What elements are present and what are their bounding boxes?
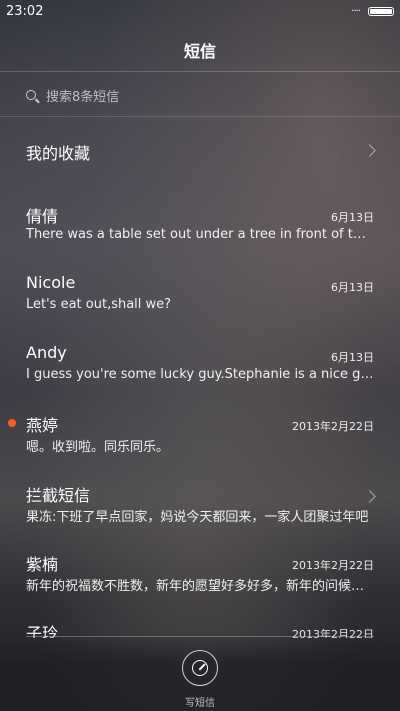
contact-name: 紫楠 [26, 555, 59, 574]
header-divider [0, 71, 400, 72]
status-time: 23:02 [6, 4, 44, 19]
message-preview: 果冻:下班了早点回家，妈说今天都回来，一家人团聚过年吧 [26, 510, 369, 525]
blocked-messages-label: 拦截短信 [26, 486, 91, 505]
favorites-item[interactable]: 我的收藏 [26, 140, 376, 166]
chevron-right-icon [363, 144, 376, 157]
conversation-row[interactable]: 倩倩 6月13日 There was a table set out under… [26, 203, 374, 249]
search-icon [26, 90, 36, 100]
blocked-messages-row[interactable]: 拦截短信 果冻:下班了早点回家，妈说今天都回来，一家人团聚过年吧 [26, 482, 376, 528]
search-input[interactable]: 搜索8条短信 [26, 84, 374, 106]
contact-name: Nicole [26, 273, 76, 292]
conversation-row[interactable]: Andy 6月13日 I guess you're some lucky guy… [26, 343, 374, 389]
compose-divider [26, 636, 374, 637]
search-placeholder: 搜索8条短信 [46, 89, 120, 105]
conversation-row[interactable]: 燕婷 2013年2月22日 嗯。收到啦。同乐同乐。 [8, 412, 374, 458]
chevron-right-icon [363, 490, 376, 503]
conversation-row[interactable]: 紫楠 2013年2月22日 新年的祝福数不胜数，新年的愿望好多好多，新年的问候送… [26, 551, 374, 597]
message-preview: 新年的祝福数不胜数，新年的愿望好多好多，新年的问候送给你 [26, 579, 374, 594]
battery-icon [368, 7, 394, 16]
message-preview: Let's eat out,shall we? [26, 297, 172, 312]
contact-name: 燕婷 [26, 416, 59, 435]
compose-icon [192, 660, 208, 676]
conversation-row[interactable]: Nicole 6月13日 Let's eat out,shall we? [26, 273, 374, 319]
contact-name: Andy [26, 343, 67, 362]
unread-indicator [8, 419, 16, 427]
contact-name: 倩倩 [26, 207, 59, 226]
compose-label: 写短信 [185, 698, 215, 709]
page-title: 短信 [183, 42, 216, 61]
signal-icon: ···· [351, 6, 361, 17]
message-date: 6月13日 [331, 281, 374, 294]
message-date: 2013年2月22日 [292, 420, 374, 433]
message-date: 6月13日 [331, 211, 374, 224]
message-preview: I guess you're some lucky guy.Stephanie … [26, 367, 374, 382]
status-bar: 23:02 ···· [0, 0, 400, 24]
message-date: 6月13日 [331, 351, 374, 364]
message-preview: There was a table set out under a tree i… [26, 227, 374, 242]
message-preview: 嗯。收到啦。同乐同乐。 [26, 440, 170, 455]
compose-button[interactable] [182, 650, 218, 686]
message-date: 2013年2月22日 [292, 559, 374, 572]
search-divider [0, 116, 400, 117]
favorites-label: 我的收藏 [26, 144, 91, 163]
